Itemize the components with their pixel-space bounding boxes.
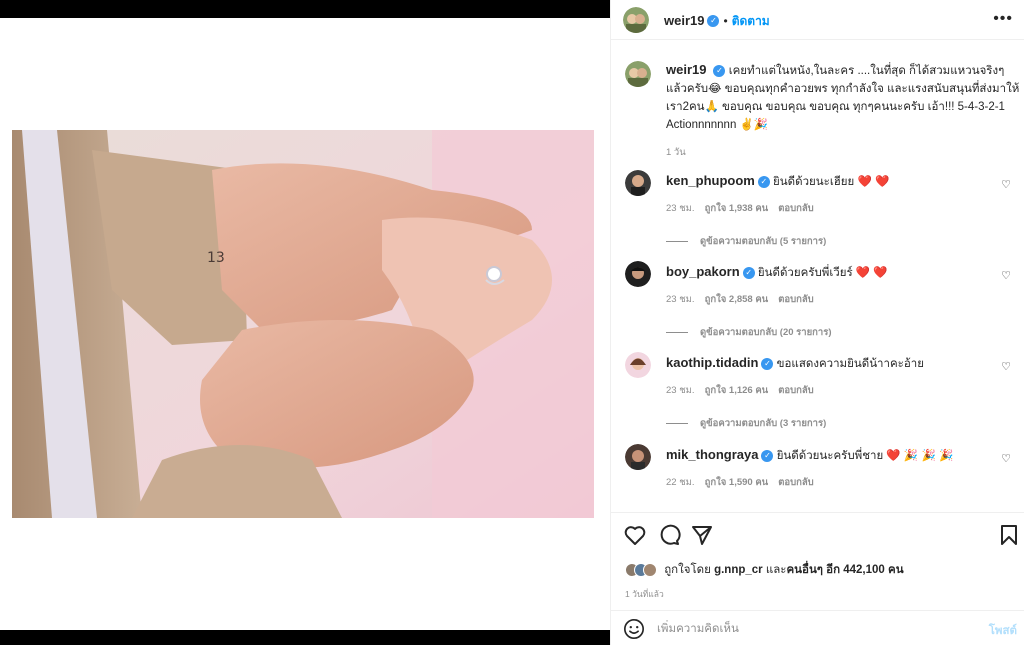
post-comment-button[interactable]: โพสต์: [989, 622, 1017, 640]
comment-time[interactable]: 23 ชม.: [666, 294, 695, 305]
comment-text-line: mik_thongraya ✓ ยินดีด้วยนะครับพี่ชาย ❤️ …: [666, 447, 953, 465]
likes-middle: และ: [765, 564, 787, 576]
commenter-avatar[interactable]: [625, 261, 651, 287]
commenter-username[interactable]: kaothip.tidadin: [666, 355, 758, 370]
verified-badge-icon: ✓: [761, 449, 774, 462]
commenter-username[interactable]: boy_pakorn: [666, 264, 740, 279]
commenter-avatar[interactable]: [625, 352, 651, 378]
reply-button[interactable]: ตอบกลับ: [778, 385, 814, 396]
letterbox-bottom: [0, 630, 610, 645]
comment-text-line: ken_phupoom ✓ ยินดีด้วยนะเฮียย ❤️ ❤️: [666, 173, 889, 191]
commenter-username[interactable]: mik_thongraya: [666, 447, 758, 462]
author-username[interactable]: weir19: [664, 13, 704, 28]
replies-rule: [666, 240, 688, 242]
likes-others[interactable]: คนอื่นๆ อีก 442,100 คน: [786, 564, 903, 576]
comment-text-line: boy_pakorn ✓ ยินดีด้วยครับพี่เวียร์ ❤️ ❤️: [666, 264, 888, 282]
view-replies-label: ดูข้อความตอบกลับ (5 รายการ): [700, 236, 827, 247]
view-replies-label: ดูข้อความตอบกลับ (20 รายการ): [700, 327, 832, 338]
add-comment-input[interactable]: [657, 619, 957, 639]
more-options-icon[interactable]: •••: [993, 10, 1013, 28]
like-comment-heart-icon[interactable]: ♡: [1001, 452, 1011, 465]
reply-button[interactable]: ตอบกลับ: [778, 294, 814, 305]
follow-button[interactable]: ติดตาม: [732, 14, 770, 28]
comment-item: ken_phupoom ✓ ยินดีด้วยนะเฮียย ❤️ ❤️ 23 ช…: [625, 170, 1015, 260]
share-paper-plane-icon[interactable]: [690, 523, 714, 547]
commenter-avatar[interactable]: [625, 444, 651, 470]
post-side-panel: weir19 ✓ • ติดตาม ••• weir19 ✓ เคยทำแต่ในหนั…: [610, 0, 1024, 645]
comment-likes[interactable]: ถูกใจ 1,126 คน: [705, 385, 769, 396]
likes-text: ถูกใจโดย g.nnp_cr และคนอื่นๆ อีก 442,100…: [664, 564, 903, 576]
comment-meta: 23 ชม. ถูกใจ 2,858 คน ตอบกลับ: [666, 292, 824, 307]
liker-username[interactable]: g.nnp_cr: [714, 564, 763, 576]
verified-badge-icon: ✓: [713, 64, 726, 77]
comment-text: ยินดีด้วยนะครับพี่ชาย: [776, 450, 884, 462]
comment-emoji: ❤️ ❤️: [855, 267, 888, 279]
save-bookmark-icon[interactable]: [997, 523, 1021, 547]
comment-meta: 23 ชม. ถูกใจ 1,126 คน ตอบกลับ: [666, 383, 824, 398]
instagram-post-viewer: 13 weir19 ✓ • ติดตาม ••• weir19 ✓ เคยทำแต่ใน: [0, 0, 1024, 645]
comment-text-line: kaothip.tidadin ✓ ขอแสดงความยินดีน้าาคะอ้…: [666, 355, 924, 373]
comment-item: boy_pakorn ✓ ยินดีด้วยครับพี่เวียร์ ❤️ ❤️…: [625, 261, 1015, 351]
post-photo[interactable]: 13: [12, 130, 594, 518]
comment-likes[interactable]: ถูกใจ 1,590 คน: [705, 477, 769, 488]
post-header: weir19 ✓ • ติดตาม •••: [611, 0, 1024, 40]
commenter-username[interactable]: ken_phupoom: [666, 173, 755, 188]
caption-username[interactable]: weir19: [666, 62, 706, 77]
comment-likes[interactable]: ถูกใจ 2,858 คน: [705, 294, 769, 305]
likes-prefix: ถูกใจโดย: [664, 564, 711, 576]
verified-badge-icon: ✓: [761, 357, 774, 370]
comment-meta: 22 ชม. ถูกใจ 1,590 คน ตอบกลับ: [666, 475, 824, 490]
comment-bubble-icon[interactable]: [657, 523, 681, 547]
caption-time: 1 วัน: [666, 147, 686, 158]
comment-meta: 23 ชม. ถูกใจ 1,938 คน ตอบกลับ: [666, 201, 824, 216]
comments-list[interactable]: weir19 ✓ เคยทำแต่ในหนัง,ในละคร ....ในที่ส…: [611, 41, 1024, 511]
reply-button[interactable]: ตอบกลับ: [778, 477, 814, 488]
comment-emoji: ❤️ 🎉 🎉 🎉: [886, 450, 954, 462]
view-replies-button[interactable]: ดูข้อความตอบกลับ (5 รายการ): [666, 234, 826, 249]
media-pane: 13: [0, 0, 610, 645]
header-title: weir19 ✓ • ติดตาม: [664, 12, 770, 31]
comment-text: ยินดีด้วยนะเฮียย: [773, 176, 855, 188]
caption-avatar[interactable]: [625, 61, 651, 87]
comment-time[interactable]: 23 ชม.: [666, 385, 695, 396]
comment-item: kaothip.tidadin ✓ ขอแสดงความยินดีน้าาคะอ้…: [625, 352, 1015, 442]
author-avatar[interactable]: [623, 7, 649, 33]
replies-rule: [666, 422, 688, 424]
comment-text: ขอแสดงความยินดีน้าาคะอ้าย: [776, 358, 924, 370]
liker-avatar: [643, 563, 657, 577]
comment-time[interactable]: 22 ชม.: [666, 477, 695, 488]
commenter-avatar[interactable]: [625, 170, 651, 196]
post-actions: ถูกใจโดย g.nnp_cr และคนอื่นๆ อีก 442,100…: [611, 512, 1024, 612]
verified-badge-icon: ✓: [707, 14, 720, 27]
reply-button[interactable]: ตอบกลับ: [778, 203, 814, 214]
verified-badge-icon: ✓: [757, 175, 770, 188]
separator-dot: •: [723, 14, 728, 28]
letterbox-top: [0, 0, 610, 18]
view-replies-button[interactable]: ดูข้อความตอบกลับ (3 รายการ): [666, 416, 826, 431]
comment-time[interactable]: 23 ชม.: [666, 203, 695, 214]
like-comment-heart-icon[interactable]: ♡: [1001, 360, 1011, 373]
replies-rule: [666, 331, 688, 333]
like-comment-heart-icon[interactable]: ♡: [1001, 178, 1011, 191]
svg-text:13: 13: [207, 250, 225, 266]
view-replies-label: ดูข้อความตอบกลับ (3 รายการ): [700, 418, 827, 429]
emoji-smiley-icon[interactable]: [623, 618, 645, 640]
comment-emoji: ❤️ ❤️: [857, 176, 890, 188]
caption-body: weir19 ✓ เคยทำแต่ในหนัง,ในละคร ....ในที่ส…: [666, 61, 1021, 162]
comment-composer: โพสต์: [611, 610, 1024, 645]
posted-time: 1 วันที่แล้ว: [625, 589, 664, 599]
view-replies-button[interactable]: ดูข้อความตอบกลับ (20 รายการ): [666, 325, 832, 340]
like-comment-heart-icon[interactable]: ♡: [1001, 269, 1011, 282]
comment-text: ยินดีด้วยครับพี่เวียร์: [757, 267, 853, 279]
comment-item: mik_thongraya ✓ ยินดีด้วยนะครับพี่ชาย ❤️ …: [625, 444, 1015, 511]
likes-summary[interactable]: ถูกใจโดย g.nnp_cr และคนอื่นๆ อีก 442,100…: [625, 561, 904, 579]
comment-likes[interactable]: ถูกใจ 1,938 คน: [705, 203, 769, 214]
verified-badge-icon: ✓: [742, 266, 755, 279]
like-heart-icon[interactable]: [623, 523, 647, 547]
